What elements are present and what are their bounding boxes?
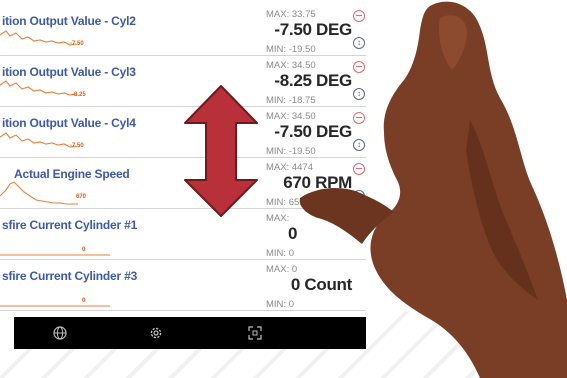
scroll-double-arrow-icon	[184, 85, 258, 217]
gesture-overlay	[184, 1, 567, 378]
hand-image	[299, 1, 567, 378]
